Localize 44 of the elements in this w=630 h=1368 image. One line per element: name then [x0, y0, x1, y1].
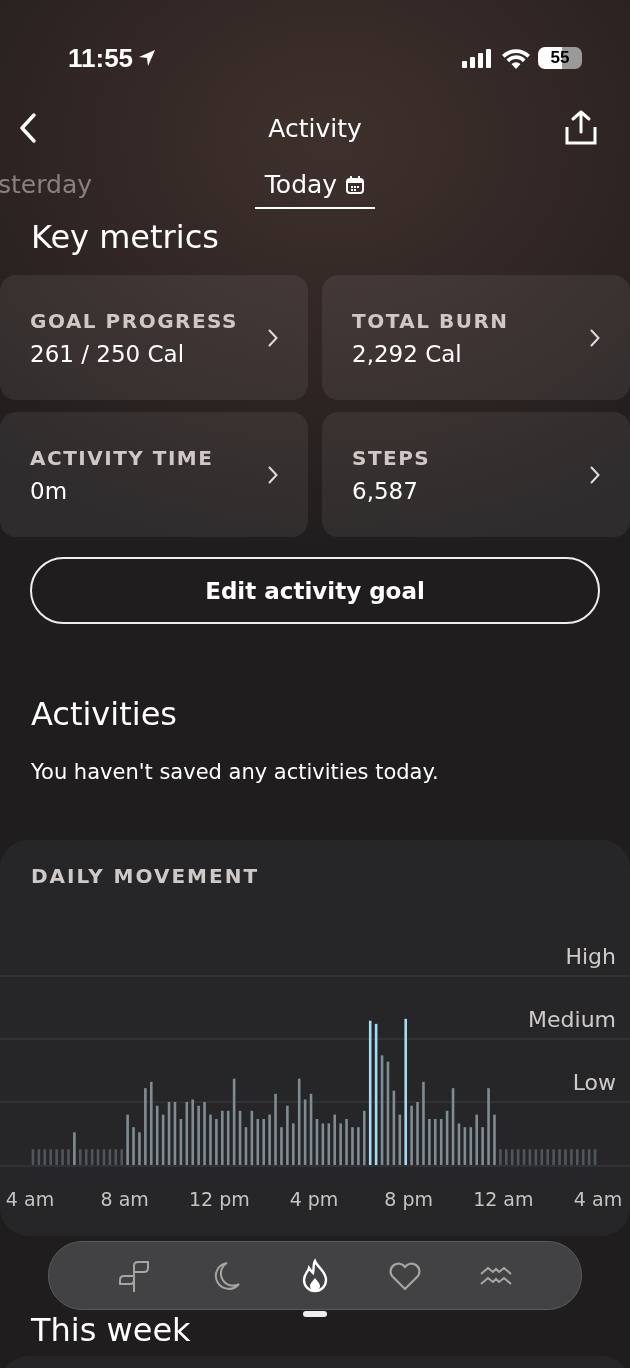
chevron-right-icon — [590, 465, 600, 484]
edit-goal-button[interactable]: Edit activity goal — [30, 557, 600, 624]
time-label: 4 pm — [289, 1188, 339, 1210]
location-arrow-icon — [137, 48, 158, 68]
metric-card[interactable]: STEPS 6,587 — [322, 412, 630, 537]
time-label: 12 am — [473, 1188, 534, 1210]
battery-icon: 55 — [538, 47, 582, 69]
status-time: 11:55 — [68, 42, 134, 74]
metric-label: GOAL PROGRESS — [30, 308, 238, 333]
time-label: 8 am — [100, 1188, 149, 1210]
wifi-icon — [502, 47, 530, 69]
screen-title: Activity — [267, 113, 363, 143]
metric-value: 6,587 — [352, 477, 419, 504]
chevron-right-icon — [268, 465, 278, 484]
metric-label: ACTIVITY TIME — [30, 445, 214, 470]
time-label: 12 pm — [188, 1188, 250, 1210]
empty-message: You haven't saved any activities today. — [31, 760, 440, 784]
metric-card[interactable]: ACTIVITY TIME 0m — [0, 412, 308, 537]
metric-label: TOTAL BURN — [352, 308, 509, 333]
signal-icon — [462, 48, 494, 68]
card-title: DAILY MOVEMENT — [31, 864, 260, 888]
time-label: 4 am — [5, 1188, 55, 1210]
date-tab[interactable]: Today — [255, 170, 375, 209]
metric-value: 0m — [30, 477, 69, 504]
time-label: 8 pm — [384, 1188, 433, 1210]
chevron-right-icon — [268, 328, 278, 347]
time-label: 4 am — [573, 1188, 623, 1210]
metric-label: STEPS — [352, 445, 431, 470]
calendar-icon — [345, 174, 366, 195]
level-label: High — [565, 944, 616, 969]
date-tab[interactable]: sterday — [0, 170, 93, 207]
share-icon[interactable] — [564, 110, 598, 146]
back-icon[interactable] — [18, 112, 38, 144]
metric-value: 261 / 250 Cal — [30, 340, 186, 367]
selected-indicator — [302, 1310, 327, 1317]
section-heading: This week — [31, 1313, 191, 1347]
section-heading: Key metrics — [31, 217, 219, 257]
level-label: Low — [572, 1070, 616, 1095]
level-label: Medium — [528, 1007, 616, 1032]
chevron-right-icon — [590, 328, 600, 347]
metric-card[interactable]: GOAL PROGRESS 261 / 250 Cal — [0, 275, 308, 400]
metric-card[interactable]: TOTAL BURN 2,292 Cal — [322, 275, 630, 400]
section-heading: Activities — [31, 694, 177, 734]
metric-value: 2,292 Cal — [352, 340, 463, 367]
